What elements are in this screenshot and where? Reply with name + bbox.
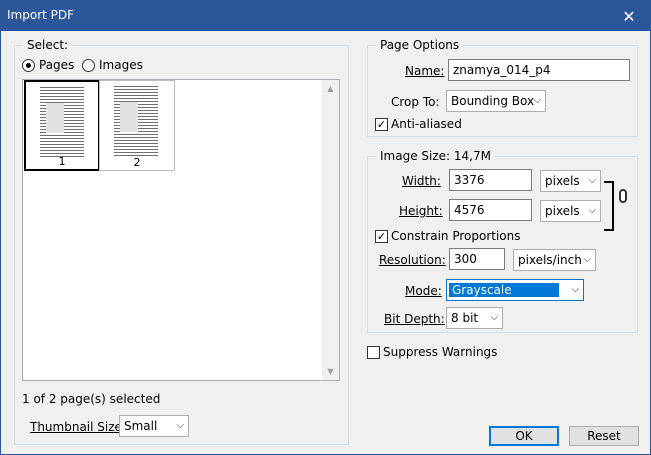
reset-button[interactable]: Reset xyxy=(569,426,639,446)
thumbnail-label: 2 xyxy=(133,156,141,169)
anti-aliased-label: Anti-aliased xyxy=(391,117,462,131)
width-unit-value: pixels xyxy=(545,174,580,188)
pages-radio-label: Pages xyxy=(39,58,75,72)
height-unit-select[interactable]: pixels ⌵ xyxy=(540,200,601,222)
width-label: Width: xyxy=(402,174,441,188)
chevron-down-icon: ⌵ xyxy=(583,254,591,265)
constrain-label: Constrain Proportions xyxy=(391,229,521,243)
selection-status: 1 of 2 page(s) selected xyxy=(22,392,161,406)
constrain-proportions-checkbox[interactable]: ✓ Constrain Proportions xyxy=(375,229,521,243)
chevron-down-icon: ⌵ xyxy=(588,205,596,216)
width-unit-select[interactable]: pixels ⌵ xyxy=(540,170,601,192)
images-radio-label: Images xyxy=(99,58,143,72)
width-input[interactable]: 3376 xyxy=(449,169,532,191)
bit-depth-label: Bit Depth: xyxy=(384,312,445,326)
resolution-input[interactable]: 300 xyxy=(449,248,505,270)
chevron-down-icon: ⌵ xyxy=(533,95,541,106)
mode-value: Grayscale xyxy=(449,283,559,297)
close-button[interactable]: ✕ xyxy=(608,1,650,31)
chain-link-icon xyxy=(619,189,627,203)
title-bar: Import PDF ✕ xyxy=(1,1,650,31)
resolution-unit-select[interactable]: pixels/inch ⌵ xyxy=(513,249,596,271)
page-options-legend: Page Options xyxy=(376,38,464,52)
name-label: Name: xyxy=(405,64,445,78)
constrain-check-icon[interactable]: ✓ xyxy=(375,229,388,243)
thumbnail-size-value: Small xyxy=(124,419,158,433)
pages-radio[interactable]: Pages xyxy=(22,58,74,72)
thumbnail-page-1[interactable]: 1 xyxy=(24,80,100,171)
thumbnail-list[interactable]: 1 2 ▲ ▼ xyxy=(22,79,340,381)
height-label: Height: xyxy=(399,204,443,218)
scroll-down-icon[interactable]: ▼ xyxy=(322,363,339,380)
close-icon: ✕ xyxy=(622,6,636,26)
thumbnail-label: 1 xyxy=(58,155,66,168)
anti-aliased-check-icon[interactable]: ✓ xyxy=(375,117,388,131)
image-size-legend: Image Size: 14,7M xyxy=(376,149,495,163)
anti-aliased-checkbox[interactable]: ✓ Anti-aliased xyxy=(375,117,462,131)
chevron-down-icon: ⌵ xyxy=(571,284,579,295)
images-radio[interactable]: Images xyxy=(82,58,143,72)
resolution-unit-value: pixels/inch xyxy=(518,253,582,267)
chevron-down-icon: ⌵ xyxy=(176,420,184,431)
name-input[interactable]: znamya_014_p4 xyxy=(448,59,630,81)
window-title: Import PDF xyxy=(7,8,75,22)
thumbnail-page-2[interactable]: 2 xyxy=(99,80,175,171)
ok-button[interactable]: OK xyxy=(489,426,559,446)
resolution-label: Resolution: xyxy=(379,253,446,267)
thumbnail-size-label: Thumbnail Size: xyxy=(30,420,126,434)
crop-to-select[interactable]: Bounding Box ⌵ xyxy=(446,90,546,112)
select-legend: Select: xyxy=(23,38,73,52)
link-bracket xyxy=(604,181,614,231)
suppress-warnings-checkbox[interactable]: Suppress Warnings xyxy=(367,345,497,359)
import-pdf-dialog: Import PDF ✕ Select: Pages Images 1 2 ▲ … xyxy=(0,0,651,455)
pages-radio-indicator[interactable] xyxy=(22,58,35,72)
chevron-down-icon: ⌵ xyxy=(588,175,596,186)
bit-depth-select[interactable]: 8 bit ⌵ xyxy=(446,307,503,329)
bit-depth-value: 8 bit xyxy=(451,311,479,325)
thumbnail-size-select[interactable]: Small ⌵ xyxy=(119,415,189,437)
mode-select[interactable]: Grayscale ⌵ xyxy=(446,279,584,301)
page-preview-image xyxy=(114,84,158,156)
page-preview-image xyxy=(40,85,84,157)
mode-label: Mode: xyxy=(405,284,442,298)
suppress-warnings-box[interactable] xyxy=(367,345,380,359)
images-radio-indicator[interactable] xyxy=(82,58,95,72)
height-unit-value: pixels xyxy=(545,204,580,218)
crop-to-value: Bounding Box xyxy=(451,94,535,108)
scroll-up-icon[interactable]: ▲ xyxy=(322,80,339,97)
crop-to-label: Crop To: xyxy=(391,95,440,109)
vertical-scrollbar[interactable]: ▲ ▼ xyxy=(322,80,339,380)
chevron-down-icon: ⌵ xyxy=(490,312,498,323)
suppress-warnings-label: Suppress Warnings xyxy=(383,345,498,359)
height-input[interactable]: 4576 xyxy=(449,199,532,221)
